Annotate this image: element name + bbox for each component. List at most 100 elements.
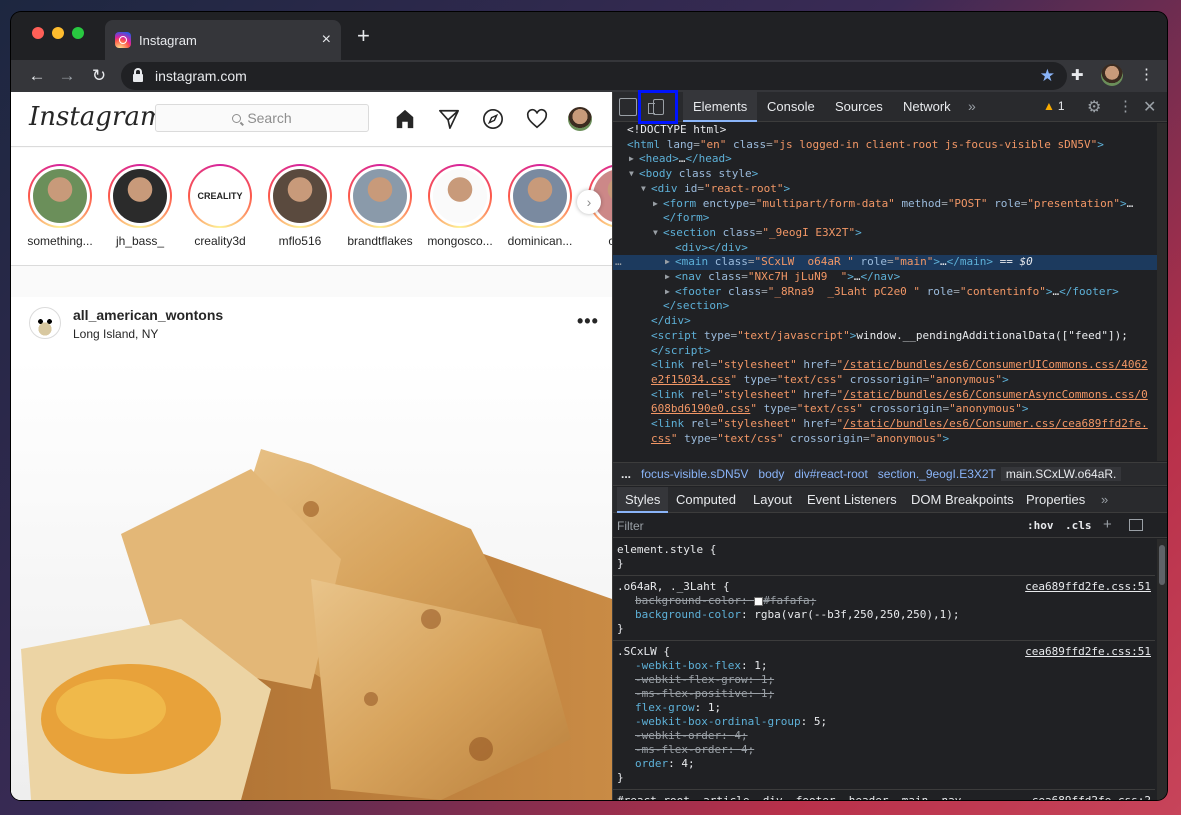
style-declaration[interactable]: -ms-flex-positive: 1; — [617, 687, 1151, 701]
dom-scrollbar[interactable] — [1157, 123, 1167, 461]
rule-source-link[interactable]: cea689ffd2fe.css:51 — [1025, 645, 1151, 659]
devtools-menu-icon[interactable]: ⋮ — [1118, 97, 1133, 115]
profile-avatar[interactable] — [1101, 64, 1123, 86]
style-rule[interactable]: element.style {} — [613, 539, 1155, 576]
post-image[interactable] — [11, 359, 612, 800]
dom-node-line[interactable]: <script type="text/javascript">window.__… — [613, 329, 1167, 344]
dom-node-line[interactable]: … ▶ <main class="SCxLW o64aR " role="main"… — [613, 255, 1167, 271]
post-location[interactable]: Long Island, NY — [73, 327, 158, 341]
post-username[interactable]: all_american_wontons — [73, 307, 223, 323]
story-item[interactable]: mongosco... — [425, 164, 495, 248]
style-rule[interactable]: .o64aR, ._3Laht {cea689ffd2fe.css:51 back… — [613, 576, 1155, 641]
dom-node-line[interactable]: ▼ <section class="_9eogI E3X2T"> — [613, 226, 1167, 241]
scrollbar-thumb[interactable] — [1159, 545, 1165, 585]
dom-node-line[interactable]: css" type="text/css" crossorigin="anonym… — [613, 432, 1167, 447]
url-text[interactable]: instagram.com — [155, 68, 1040, 84]
dom-node-line[interactable]: 608bd6190e0.css" type="text/css" crossor… — [613, 402, 1167, 417]
style-declaration[interactable]: background-color: rgba(var(--b3f,250,250… — [617, 608, 1151, 622]
tab-close-icon[interactable]: × — [322, 31, 331, 49]
style-rule[interactable]: .SCxLW {cea689ffd2fe.css:51 -webkit-box-f… — [613, 641, 1155, 790]
dom-node-line[interactable]: <link rel="stylesheet" href="/static/bun… — [613, 358, 1167, 373]
styles-subtab-styles[interactable]: Styles — [617, 487, 669, 513]
address-bar[interactable]: instagram.com ★ — [121, 62, 1067, 90]
dom-node-line[interactable]: ▶ <form enctype="multipart/form-data" met… — [613, 197, 1167, 212]
rule-selector[interactable]: element.style { — [617, 543, 1151, 557]
browser-tab[interactable]: Instagram × — [105, 20, 341, 60]
breadcrumb-item[interactable]: main.SCxLW.o64aR. — [1000, 467, 1122, 481]
close-window-button[interactable] — [32, 27, 44, 39]
style-declaration[interactable]: order: 4; — [617, 757, 1151, 771]
style-declaration[interactable]: -webkit-box-ordinal-group: 5; — [617, 715, 1151, 729]
devtools-tab-sources[interactable]: Sources — [825, 92, 893, 122]
device-toolbar-toggle-icon[interactable] — [638, 90, 678, 124]
story-item[interactable]: dominican... — [505, 164, 575, 248]
dom-tree[interactable]: <!DOCTYPE html> <html lang="en" class="js… — [613, 123, 1167, 461]
direct-message-icon[interactable] — [437, 107, 461, 131]
stories-next-button[interactable]: › — [577, 190, 601, 214]
dom-node-line[interactable]: </script> — [613, 344, 1167, 359]
dom-node-line[interactable]: e2f15034.css" type="text/css" crossorigi… — [613, 373, 1167, 388]
new-style-rule-icon[interactable]: + — [1103, 516, 1112, 533]
style-declaration[interactable]: -ms-flex-order: 4; — [617, 743, 1151, 757]
post-options-icon[interactable]: ••• — [577, 311, 599, 332]
devtools-tab-elements[interactable]: Elements — [683, 92, 758, 122]
dom-node-line[interactable]: ▶ <footer class="_8Rna9 _3Laht pC2e0 " ro… — [613, 285, 1167, 300]
minimize-window-button[interactable] — [52, 27, 64, 39]
home-icon[interactable] — [393, 107, 417, 131]
dom-node-line[interactable]: <!DOCTYPE html> — [613, 123, 1167, 138]
style-declaration[interactable]: flex-grow: 1; — [617, 701, 1151, 715]
breadcrumb-item[interactable]: section._9eogI.E3X2T — [873, 467, 1001, 481]
breadcrumb-item[interactable]: focus-visible.sDN5V — [636, 467, 753, 481]
maximize-window-button[interactable] — [72, 27, 84, 39]
hover-state-toggle[interactable]: :hov — [1027, 519, 1054, 532]
story-item[interactable]: mflo516 — [265, 164, 335, 248]
dom-node-line[interactable]: </div> — [613, 314, 1167, 329]
dom-node-line[interactable]: <html lang="en" class="js logged-in clie… — [613, 138, 1167, 153]
dom-node-line[interactable]: <link rel="stylesheet" href="/static/bun… — [613, 417, 1167, 432]
browser-menu-icon[interactable]: ⋮ — [1139, 65, 1154, 83]
dom-node-line[interactable]: <div></div> — [613, 241, 1167, 256]
back-button[interactable]: ← — [21, 66, 53, 86]
rule-source-link[interactable]: cea689ffd2fe.css:51 — [1025, 580, 1151, 594]
search-input[interactable]: Search — [155, 104, 369, 132]
styles-subtab-event-listeners[interactable]: Event Listeners — [799, 487, 905, 513]
rule-source-link[interactable]: cea689ffd2fe.css:2 — [1032, 794, 1151, 800]
dom-node-line[interactable]: </form> — [613, 211, 1167, 226]
more-tabs-icon[interactable]: » — [968, 98, 976, 114]
style-declaration[interactable]: -webkit-box-flex: 1; — [617, 659, 1151, 673]
devtools-tab-console[interactable]: Console — [757, 92, 825, 122]
style-declaration[interactable]: background-color: #fafafa; — [617, 594, 1151, 608]
styles-scrollbar[interactable] — [1157, 539, 1167, 800]
dom-node-line[interactable]: ▶ <head>…</head> — [613, 152, 1167, 167]
bookmark-star-icon[interactable]: ★ — [1040, 66, 1055, 86]
devtools-tab-network[interactable]: Network — [893, 92, 961, 122]
story-item[interactable]: CREALITY creality3d — [185, 164, 255, 248]
warnings-badge[interactable]: ▲ 1 — [1043, 99, 1065, 113]
story-item[interactable]: jh_bass_ — [105, 164, 175, 248]
class-toggle[interactable]: .cls — [1065, 519, 1092, 532]
lock-icon[interactable] — [133, 68, 143, 82]
new-tab-button[interactable]: + — [357, 25, 370, 47]
forward-button[interactable]: → — [51, 66, 83, 86]
story-item[interactable]: brandtflakes — [345, 164, 415, 248]
toggle-sidebar-icon[interactable] — [1129, 519, 1143, 531]
styles-subtab-dom-breakpoints[interactable]: DOM Breakpoints — [903, 487, 1022, 513]
styles-subtab-properties[interactable]: Properties — [1018, 487, 1093, 513]
dom-node-line[interactable]: </section> — [613, 299, 1167, 314]
inspect-element-icon[interactable] — [619, 98, 637, 116]
style-declaration[interactable]: -webkit-flex-grow: 1; — [617, 673, 1151, 687]
breadcrumb-overflow[interactable]: ... — [613, 467, 636, 481]
style-rule[interactable]: #react-root, article, div, footer, heade… — [613, 790, 1155, 800]
post-avatar[interactable] — [29, 307, 61, 339]
styles-subtab-computed[interactable]: Computed — [668, 487, 744, 513]
activity-heart-icon[interactable] — [525, 107, 549, 131]
settings-gear-icon[interactable]: ⚙ — [1087, 97, 1101, 117]
profile-avatar[interactable] — [568, 107, 592, 131]
extensions-icon[interactable]: ✚ — [1071, 66, 1084, 84]
explore-icon[interactable] — [481, 107, 505, 131]
dom-node-line[interactable]: <link rel="stylesheet" href="/static/bun… — [613, 388, 1167, 403]
dom-node-line[interactable]: ▼ <body class style> — [613, 167, 1167, 182]
more-subtabs-icon[interactable]: » — [1093, 487, 1116, 513]
style-declaration[interactable]: -webkit-order: 4; — [617, 729, 1151, 743]
breadcrumb-item[interactable]: body — [753, 467, 789, 481]
